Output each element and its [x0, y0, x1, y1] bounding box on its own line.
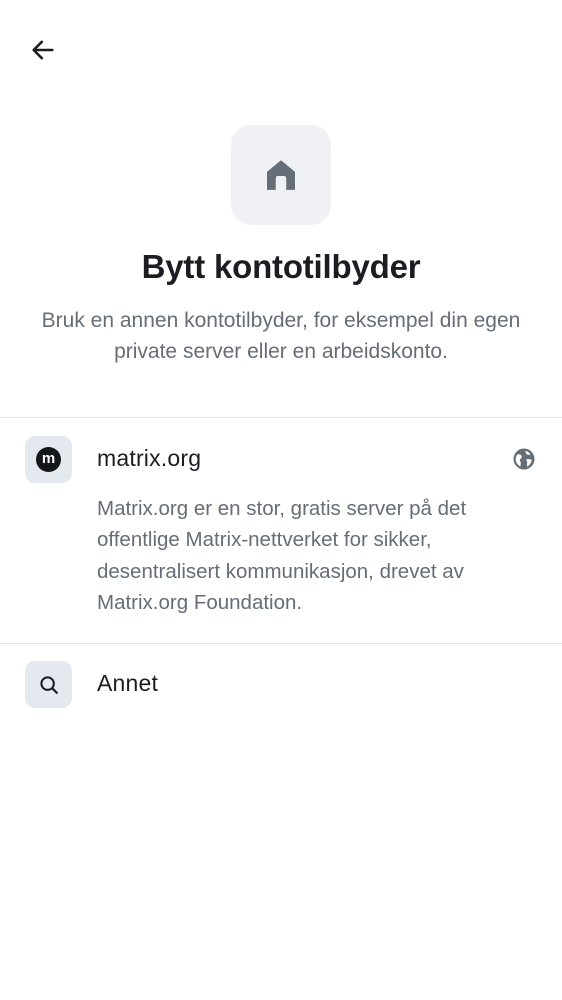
provider-description: Matrix.org er en stor, gratis server på …	[97, 497, 467, 614]
provider-name: Annet	[97, 670, 159, 696]
search-icon-container	[25, 661, 72, 708]
page-title: Bytt kontotilbyder	[141, 248, 421, 285]
globe-icon	[513, 448, 535, 470]
home-icon	[267, 160, 295, 190]
page-subtitle: Bruk en annen kontotilbyder, for eksempe…	[41, 309, 521, 363]
provider-option-matrix-org[interactable]: m matrix.org Matrix.org er en stor, grat…	[0, 418, 562, 643]
provider-name: matrix.org	[97, 445, 202, 471]
change-account-provider-screen: Bytt kontotilbyder Bruk en annen kontoti…	[0, 0, 562, 1000]
provider-option-other[interactable]: Annet	[0, 644, 562, 726]
back-button[interactable]	[20, 27, 66, 73]
matrix-logo-icon: m	[36, 447, 61, 472]
hero-icon-container	[231, 125, 331, 225]
search-icon	[39, 675, 58, 694]
provider-icon-container: m	[25, 436, 72, 483]
arrow-left-icon	[32, 40, 54, 60]
